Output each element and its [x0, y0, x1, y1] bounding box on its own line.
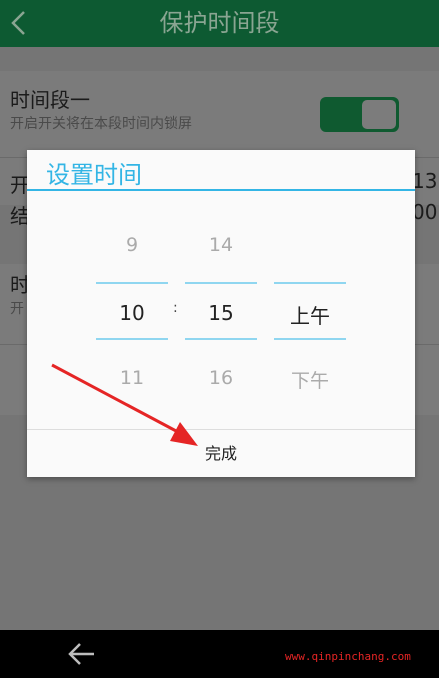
ampm-next[interactable]: 下午 — [274, 366, 346, 393]
dialog-title: 设置时间 — [46, 161, 142, 189]
time-separator: : — [173, 300, 178, 316]
hour-picker-line-top — [96, 282, 168, 284]
period-one-toggle[interactable] — [320, 97, 399, 132]
period-one-title: 时间段一 — [10, 88, 90, 112]
minute-picker-line-top — [185, 282, 257, 284]
ampm-selected[interactable]: 上午 — [274, 300, 346, 329]
app-toolbar: 保护时间段 — [0, 0, 439, 47]
back-arrow-icon[interactable] — [66, 640, 98, 668]
hour-prev[interactable]: 9 — [96, 234, 168, 256]
system-nav-bar: www.qinpinchang.com — [0, 630, 439, 678]
page-title: 保护时间段 — [159, 9, 280, 37]
set-time-dialog: 设置时间 9 10 11 : 14 15 16 上午 下午 完成 — [27, 150, 415, 477]
hour-next[interactable]: 11 — [96, 367, 168, 389]
start-time-value: 13 — [412, 169, 438, 193]
end-time-value: 00 — [412, 200, 438, 224]
hour-selected[interactable]: 10 — [96, 301, 168, 325]
watermark-text: www.qinpinchang.com — [285, 650, 411, 663]
period-two-subtitle: 开 — [10, 301, 24, 317]
period-one-subtitle: 开启开关将在本段时间内锁屏 — [10, 116, 192, 132]
done-button[interactable]: 完成 — [27, 430, 415, 477]
minute-prev[interactable]: 14 — [185, 234, 257, 256]
ampm-picker-line-bottom — [274, 338, 346, 340]
dialog-title-divider — [27, 189, 415, 191]
toggle-knob — [362, 100, 396, 129]
minute-next[interactable]: 16 — [185, 367, 257, 389]
minute-picker-line-bottom — [185, 338, 257, 340]
hour-picker-line-bottom — [96, 338, 168, 340]
ampm-picker-line-top — [274, 282, 346, 284]
minute-selected[interactable]: 15 — [185, 301, 257, 325]
